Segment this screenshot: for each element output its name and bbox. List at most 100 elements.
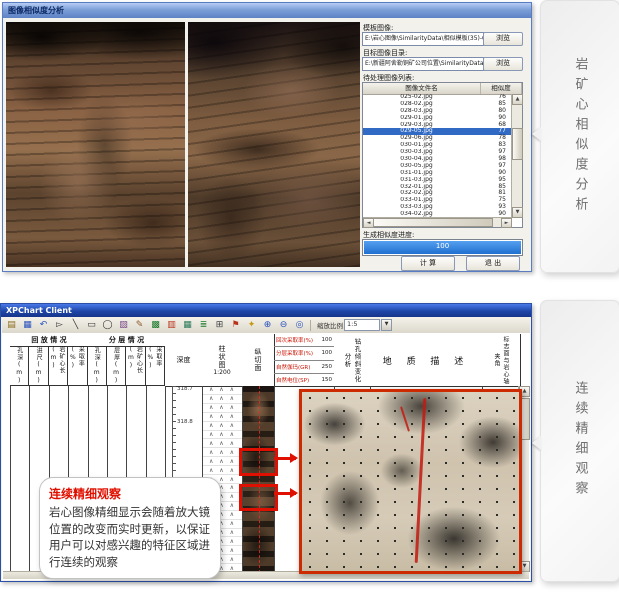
target-path-field[interactable]: E:\新疆阿舍勒铜矿公司位置\SimilarityData\图库 [362,57,484,71]
file-name-column-header[interactable]: 图像文件名 [363,83,481,94]
side-card-observation: 连续精细观察 [540,300,619,582]
030-04.jpg[interactable]: 030-04.jpg98 [363,156,512,163]
file-table-vscrollbar[interactable]: ▲ ▼ [511,94,522,218]
core-section-strip[interactable] [243,386,274,573]
031-01.jpg[interactable]: 031-01.jpg90 [363,170,512,177]
save-icon[interactable]: ▦ [20,318,35,333]
core-red-marking-line [415,398,427,563]
xpchart-window: XPChart Client ▤▦↶▻╲▭◯▨✎▩▥▦≣⊞⚑✦⊕⊖◎ 缩放比例 … [0,303,532,582]
side-card-similarity: 岩矿心相似度分析 [540,0,619,273]
card-arrow-left-icon [532,436,541,450]
zoom-scale-combo: 缩放比例 1:5 ▼ [317,319,392,331]
histogram-column-header: 柱状图 1:200 [202,334,243,387]
scroll-down-button[interactable]: ▼ [512,207,523,218]
chart-icon[interactable]: ▥ [164,318,179,333]
029-06.jpg[interactable]: 029-06.jpg78 [363,135,512,142]
magnifier-arrow-2 [274,492,296,495]
lithology-symbol-row: ∧ ∧ ∧ [203,422,242,431]
lithology-symbol-row: ∧ ∧ ∧ [203,457,242,466]
deviation-analysis-header: 钻孔倾斜变化分析 [334,334,371,387]
zoom-scale-value[interactable]: 1:5 [344,319,380,331]
032-02.jpg[interactable]: 032-02.jpg81 [363,190,512,197]
table-icon[interactable]: ▦ [180,318,195,333]
029-03.jpg[interactable]: 029-03.jpg68 [363,122,512,129]
025-02.jpg[interactable]: 025-02.jpg76 [363,94,512,101]
side-label-observation: 连续精细观察 [571,381,590,501]
undo-icon[interactable]: ↶ [36,318,51,333]
magnifier-region-2[interactable] [239,484,278,511]
section-column-header: 纵切面 [242,334,275,387]
log-subcolumn-headers: 孔深(m)进尺(m)岩矿心长(m)采取率(%)孔深(m)层厚(m)岩矿心长(m)… [10,346,165,386]
分层采取率(%)[interactable]: 分层采取率(%)100 [274,347,334,360]
028-02.jpg[interactable]: 028-02.jpg85 [363,101,512,108]
browse-target-button[interactable]: 浏览 [483,57,523,71]
browse-template-button[interactable]: 浏览 [483,32,523,46]
depth-tick: 318.7 [177,386,193,392]
自然电位(SP)[interactable]: 自然电位(SP)150 [274,374,334,386]
similarity-column-header[interactable]: 相似度 [481,83,522,94]
core-photo-right [188,22,360,267]
lithology-symbol-row: ∧ ∧ ∧ [203,395,242,404]
030-01.jpg[interactable]: 030-01.jpg83 [363,142,512,149]
similarity-window-titlebar[interactable]: 图像相似度分析 [3,3,531,18]
scroll-right-button[interactable]: ► [501,218,512,228]
rect-icon[interactable]: ▭ [84,318,99,333]
copy-icon[interactable]: ⊞ [212,318,227,333]
scroll-up-button[interactable]: ▲ [512,94,523,105]
file-table-hscrollbar[interactable]: ◄ ► [363,217,512,227]
chevron-down-icon[interactable]: ▼ [381,319,392,331]
template-path-field[interactable]: E:\岩心图像\SimilarityData\相似模板(35)-01.jpg [362,32,484,46]
033-01.jpg[interactable]: 033-01.jpg75 [363,197,512,204]
marker-angle-header: 标志面与岩心轴夹角 [482,334,521,387]
progress-bar: 100 [362,239,523,256]
lithology-symbol-row: ∧ ∧ ∧ [203,413,242,422]
zoom-scale-label: 缩放比例 [317,320,343,330]
zoom-fit-icon[interactable]: ◎ [292,318,307,333]
lithology-symbol-row: ∧ ∧ ∧ [203,448,242,457]
zoom-in-icon[interactable]: ⊕ [260,318,275,333]
magnifier-region-1[interactable] [239,448,278,476]
file-table-body: 025-02.jpg76 028-02.jpg85 028-03.jpg80 0… [363,94,512,218]
magnified-core-image[interactable] [299,389,522,574]
029-05.jpg[interactable]: 029-05.jpg77 [363,128,512,135]
log-chart-area: 回 放 情 况 分 层 情 况 孔深(m)进尺(m)岩矿心长(m)采取率(%)孔… [2,333,530,580]
xpchart-title: XPChart Client [6,306,72,315]
030-05.jpg[interactable]: 030-05.jpg97 [363,163,512,170]
open-icon[interactable]: ▤ [4,318,19,333]
028-03.jpg[interactable]: 028-03.jpg80 [363,108,512,115]
lithology-symbol-row: ∧ ∧ ∧ [203,466,242,475]
side-label-similarity: 岩矿心相似度分析 [571,57,590,217]
自然伽玛(GR)[interactable]: 自然伽玛(GR)250 [274,361,334,374]
xpchart-toolbar: ▤▦↶▻╲▭◯▨✎▩▥▦≣⊞⚑✦⊕⊖◎ 缩放比例 1:5 ▼ [2,317,530,334]
flag-icon[interactable]: ⚑ [228,318,243,333]
brush-icon[interactable]: ✎ [132,318,147,333]
palette-icon[interactable]: ▩ [148,318,163,333]
lithology-symbol-row: ∧ ∧ ∧ [203,404,242,413]
layers-icon[interactable]: ≣ [196,318,211,333]
030-03.jpg[interactable]: 030-03.jpg97 [363,149,512,156]
depth-column-header: 深度 [165,334,203,387]
annotation-callout: 连续精细观察 岩心图像精细显示会随着放大镜位置的改变而实时更新，以保证用户可以对… [39,477,221,579]
cursor-icon[interactable]: ▻ [52,318,67,333]
image-icon[interactable]: ▨ [116,318,131,333]
star-icon[interactable]: ✦ [244,318,259,333]
line-icon[interactable]: ╲ [68,318,83,333]
xpchart-titlebar[interactable]: XPChart Client [1,304,531,317]
029-01.jpg[interactable]: 029-01.jpg90 [363,115,512,122]
hscroll-thumb[interactable] [373,218,493,227]
zoom-out-icon[interactable]: ⊖ [276,318,291,333]
回次采取率(%)[interactable]: 回次采取率(%)100 [274,334,334,347]
core-red-marking-stroke [400,406,410,431]
031-03.jpg[interactable]: 031-03.jpg95 [363,177,512,184]
033-03.jpg[interactable]: 033-03.jpg93 [363,204,512,211]
calculate-button[interactable]: 计 算 [401,256,455,271]
curve-legend: 回次采取率(%)100分层采取率(%)100自然伽玛(GR)250自然电位(SP… [274,334,335,387]
ellipse-icon[interactable]: ◯ [100,318,115,333]
032-01.jpg[interactable]: 032-01.jpg85 [363,184,512,191]
depth-tick: 318.8 [177,419,193,425]
toolbar-icons: ▤▦↶▻╲▭◯▨✎▩▥▦≣⊞⚑✦⊕⊖◎ [4,318,307,333]
exit-button[interactable]: 退 出 [466,256,520,271]
annotation-body: 岩心图像精细显示会随着放大镜位置的改变而实时更新，以保证用户可以对感兴趣的特征区… [49,504,211,571]
vscroll-thumb[interactable] [512,128,523,160]
card-arrow-left-icon [532,127,541,141]
